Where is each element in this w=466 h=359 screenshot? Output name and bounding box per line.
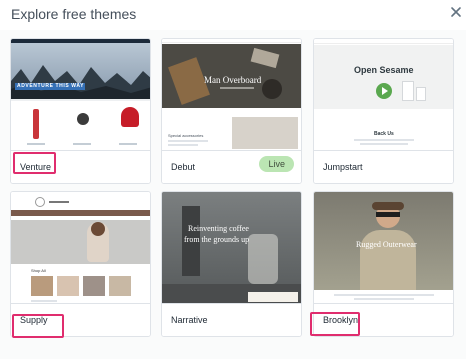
theme-card-debut[interactable]: Man Overboard Special accessories Debut … (161, 38, 302, 184)
theme-grid: ADVENTURE THIS WAY Venture Man Overboard… (0, 30, 466, 359)
theme-label-bar: Venture (11, 150, 150, 183)
theme-name-venture: Venture (20, 162, 52, 172)
theme-preview-brooklyn: Rugged Outerwear (314, 192, 453, 304)
venture-banner-text: ADVENTURE THIS WAY (17, 83, 85, 89)
debut-section-title: Special accessories (168, 133, 204, 138)
theme-label-bar: Narrative (162, 303, 301, 336)
theme-name-debut: Debut (171, 162, 196, 172)
theme-card-supply[interactable]: Shop All Supply (10, 191, 151, 337)
narrative-hero-line2: from the grounds up (184, 235, 250, 244)
theme-label-bar: Jumpstart (314, 150, 453, 183)
close-icon[interactable] (449, 6, 463, 20)
theme-name-narrative: Narrative (171, 315, 208, 325)
theme-preview-supply: Shop All (11, 192, 150, 304)
modal-header: Explore free themes (0, 0, 466, 30)
theme-card-brooklyn[interactable]: Rugged Outerwear Brooklyn (313, 191, 454, 337)
live-badge: Live (259, 156, 294, 172)
jumpstart-hero-title: Open Sesame (354, 65, 414, 75)
theme-card-narrative[interactable]: Reinventing coffee from the grounds up N… (161, 191, 302, 337)
narrative-hero-line1: Reinventing coffee (188, 224, 249, 233)
theme-preview-venture: ADVENTURE THIS WAY (11, 39, 150, 151)
theme-preview-debut: Man Overboard Special accessories (162, 39, 301, 151)
theme-name-brooklyn: Brooklyn (323, 315, 359, 325)
theme-name-jumpstart: Jumpstart (323, 162, 363, 172)
theme-card-venture[interactable]: ADVENTURE THIS WAY Venture (10, 38, 151, 184)
supply-section-title: Shop All (31, 268, 46, 273)
theme-label-bar: Supply (11, 303, 150, 336)
theme-label-bar: Brooklyn (314, 303, 453, 336)
theme-label-bar: Debut Live (162, 150, 301, 183)
theme-card-jumpstart[interactable]: Open Sesame Back Us Jumpstart (313, 38, 454, 184)
close-icon-glyph (451, 7, 461, 17)
debut-hero-title: Man Overboard (204, 75, 262, 85)
theme-preview-narrative: Reinventing coffee from the grounds up (162, 192, 301, 304)
brooklyn-hero-title: Rugged Outerwear (356, 240, 417, 249)
theme-name-supply: Supply (20, 315, 48, 325)
modal-title: Explore free themes (11, 6, 137, 22)
jumpstart-section-title: Back Us (374, 131, 394, 137)
theme-preview-jumpstart: Open Sesame Back Us (314, 39, 453, 151)
